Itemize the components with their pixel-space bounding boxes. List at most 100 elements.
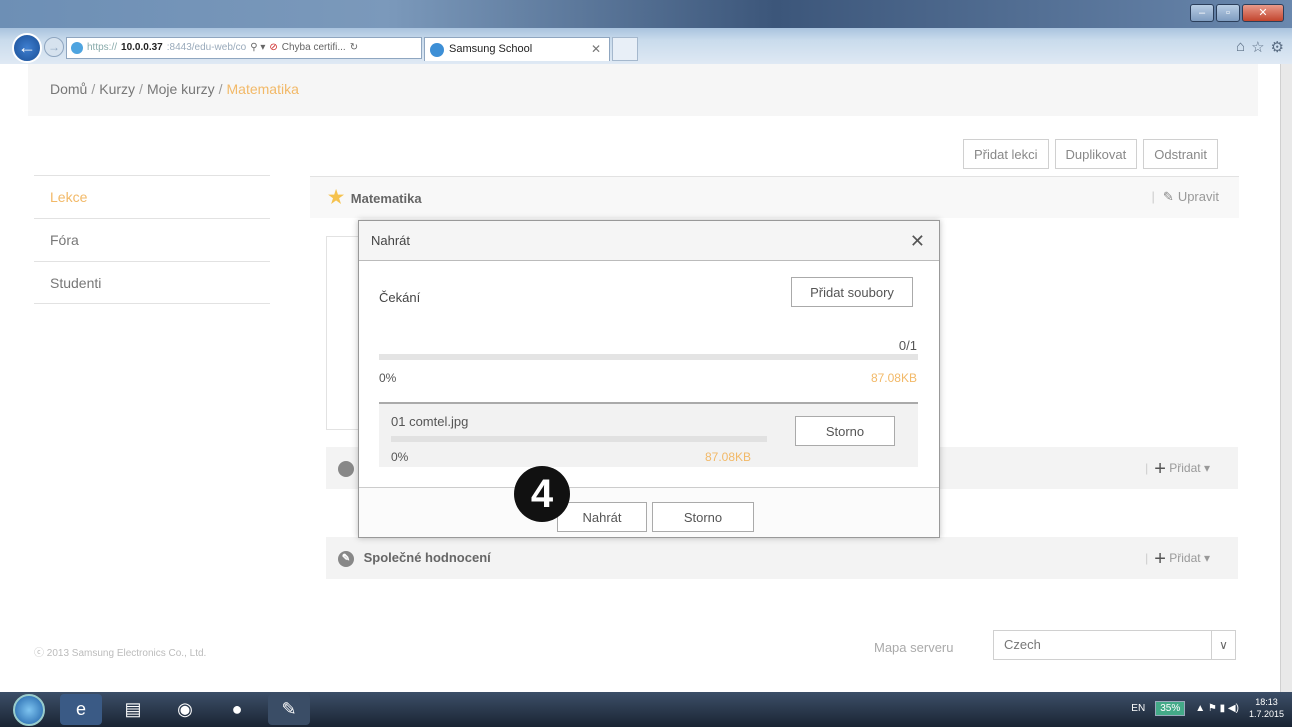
file-size: 87.08KB (705, 450, 752, 464)
add-lesson-button[interactable]: Přidat lekci (962, 139, 1049, 169)
dialog-title: Nahrát (371, 233, 411, 248)
add-dropdown[interactable]: | + Přidat ▾ (1145, 537, 1210, 580)
step-number-badge: 4 (514, 466, 570, 522)
cert-error-icon[interactable]: ⊘ (269, 38, 277, 58)
add-files-button[interactable]: Přidat soubory (791, 277, 913, 307)
system-tray: EN 35% ▲ ⚑ ▮ ◀) 18:13 1.7.2015 (1131, 696, 1284, 720)
search-icon[interactable]: ⚲ ▾ (250, 38, 265, 58)
url-path: :8443/edu-web/co (166, 42, 247, 53)
chevron-down-icon: ∨ (1211, 631, 1235, 659)
sidebar-item-forums[interactable]: Fóra (34, 218, 270, 261)
star-icon: ★ (328, 187, 345, 207)
network-icon[interactable]: ▲ ⚑ ▮ ◀) (1195, 703, 1239, 714)
address-bar[interactable]: https://10.0.0.37:8443/edu-web/co ⚲ ▾ ⊘ … (66, 37, 422, 59)
paint-icon[interactable]: ✎ (268, 694, 310, 725)
file-name: 01 comtel.jpg (391, 414, 469, 429)
upload-dialog: Nahrát ✕ Čekání Přidat soubory 0/1 0% 87… (358, 220, 940, 538)
taskbar-apps: e ▤ ◉ ● ✎ (8, 693, 310, 726)
total-percent: 0% (379, 371, 397, 385)
plus-icon: + (1154, 457, 1166, 480)
copyright: ⓒ 2013 Samsung Electronics Co., Ltd. (34, 648, 207, 659)
file-cancel-button[interactable]: Storno (795, 416, 895, 446)
new-tab-button[interactable] (612, 37, 638, 61)
tab-favicon-icon (430, 43, 444, 57)
lesson-content-box (326, 236, 358, 430)
breadcrumb-my-courses[interactable]: Moje kurzy (147, 81, 215, 97)
language-value: Czech (1004, 637, 1041, 652)
course-title: Matematika (350, 191, 422, 206)
add-label: Přidat (1169, 551, 1201, 565)
add-label: Přidat (1169, 461, 1201, 475)
battery-icon[interactable]: 35% (1155, 700, 1186, 716)
breadcrumb: Domů / Kurzy / Moje kurzy / Matematika (28, 64, 1258, 116)
favorites-star-icon[interactable]: ☆ (1251, 38, 1264, 56)
refresh-icon[interactable]: ↻ (350, 38, 358, 58)
close-icon[interactable]: ✕ (910, 221, 925, 261)
section-bar-peer-review: ✎ Společné hodnocení | + Přidat ▾ (326, 537, 1238, 579)
total-size: 87.08KB (870, 371, 917, 385)
language-indicator[interactable]: EN (1131, 703, 1145, 714)
title-bar (0, 0, 1292, 28)
windows-logo-icon (13, 693, 45, 726)
course-actions: Přidat lekci Duplikovat Odstranit (962, 139, 1218, 169)
clock-date: 1.7.2015 (1248, 709, 1284, 719)
remove-button[interactable]: Odstranit (1143, 139, 1218, 169)
duplicate-button[interactable]: Duplikovat (1054, 139, 1138, 169)
pencil-circle-icon: ✎ (338, 550, 354, 567)
window-controls: – ▫ ✕ (1190, 4, 1284, 22)
breadcrumb-courses[interactable]: Kurzy (99, 81, 135, 97)
dialog-body: Čekání Přidat soubory 0/1 0% 87.08KB 01 … (359, 261, 939, 487)
start-button[interactable] (8, 693, 50, 726)
sitemap-link[interactable]: Mapa serveru (874, 640, 953, 655)
add-dropdown[interactable]: | + Přidat ▾ (1145, 447, 1210, 490)
chrome-icon[interactable]: ◉ (164, 694, 206, 725)
edit-label: Upravit (1177, 189, 1219, 204)
status-label: Čekání (379, 290, 421, 305)
breadcrumb-current: Matematika (226, 81, 299, 97)
browser-chrome: – ▫ ✕ ← → https://10.0.0.37:8443/edu-web… (0, 0, 1292, 64)
maximize-icon[interactable]: ▫ (1216, 4, 1240, 22)
list-item: 01 comtel.jpg 0% 87.08KB Storno (379, 404, 918, 467)
breadcrumb-home[interactable]: Domů (50, 81, 87, 97)
dialog-footer: Nahrát Storno (359, 487, 939, 537)
section-icon (338, 460, 354, 477)
plus-icon: + (1154, 547, 1166, 570)
pencil-icon: ✎ (1162, 189, 1174, 204)
dialog-header: Nahrát ✕ (359, 221, 939, 261)
section-title: Společné hodnocení (363, 550, 491, 565)
clock[interactable]: 18:13 1.7.2015 (1249, 696, 1284, 720)
file-progress-bar (391, 436, 767, 442)
edit-link[interactable]: | ✎ Upravit (1152, 177, 1219, 217)
browser-toolbar-icons: ⌂ ☆ ⚙ (1236, 38, 1284, 56)
minimize-icon[interactable]: – (1190, 4, 1214, 22)
clock-time: 18:13 (1255, 697, 1278, 707)
settings-gear-icon[interactable]: ⚙ (1271, 38, 1284, 56)
upload-button[interactable]: Nahrát (557, 502, 647, 532)
course-header: ★ Matematika | ✎ Upravit (310, 176, 1239, 218)
home-icon[interactable]: ⌂ (1236, 38, 1245, 56)
tab-close-icon[interactable]: ✕ (591, 38, 601, 60)
taskbar: e ▤ ◉ ● ✎ EN 35% ▲ ⚑ ▮ ◀) 18:13 1.7.2015 (0, 692, 1292, 727)
file-explorer-icon[interactable]: ▤ (112, 694, 154, 725)
back-button[interactable]: ← (12, 33, 42, 63)
browser-tab[interactable]: Samsung School ✕ (424, 37, 610, 61)
tab-title: Samsung School (449, 43, 533, 55)
cancel-button[interactable]: Storno (652, 502, 754, 532)
close-window-icon[interactable]: ✕ (1242, 4, 1284, 22)
sidebar-item-lessons[interactable]: Lekce (34, 175, 270, 218)
firefox-icon[interactable]: ● (216, 694, 258, 725)
internet-explorer-icon[interactable]: e (60, 694, 102, 725)
language-select[interactable]: Czech ∨ (993, 630, 1236, 660)
page-scrollbar[interactable] (1280, 64, 1292, 692)
sidebar-item-students[interactable]: Studenti (34, 261, 270, 304)
forward-button[interactable]: → (44, 37, 64, 57)
caret-down-icon: ▾ (1203, 551, 1210, 565)
file-count: 0/1 (898, 338, 917, 353)
cert-error-label[interactable]: Chyba certifi... (282, 38, 346, 58)
url-scheme: https:// (87, 42, 118, 53)
caret-down-icon: ▾ (1203, 461, 1210, 475)
url-host: 10.0.0.37 (121, 42, 163, 53)
ie-page-icon (71, 42, 83, 54)
sidebar: Lekce Fóra Studenti (34, 175, 270, 304)
file-percent: 0% (391, 450, 409, 464)
